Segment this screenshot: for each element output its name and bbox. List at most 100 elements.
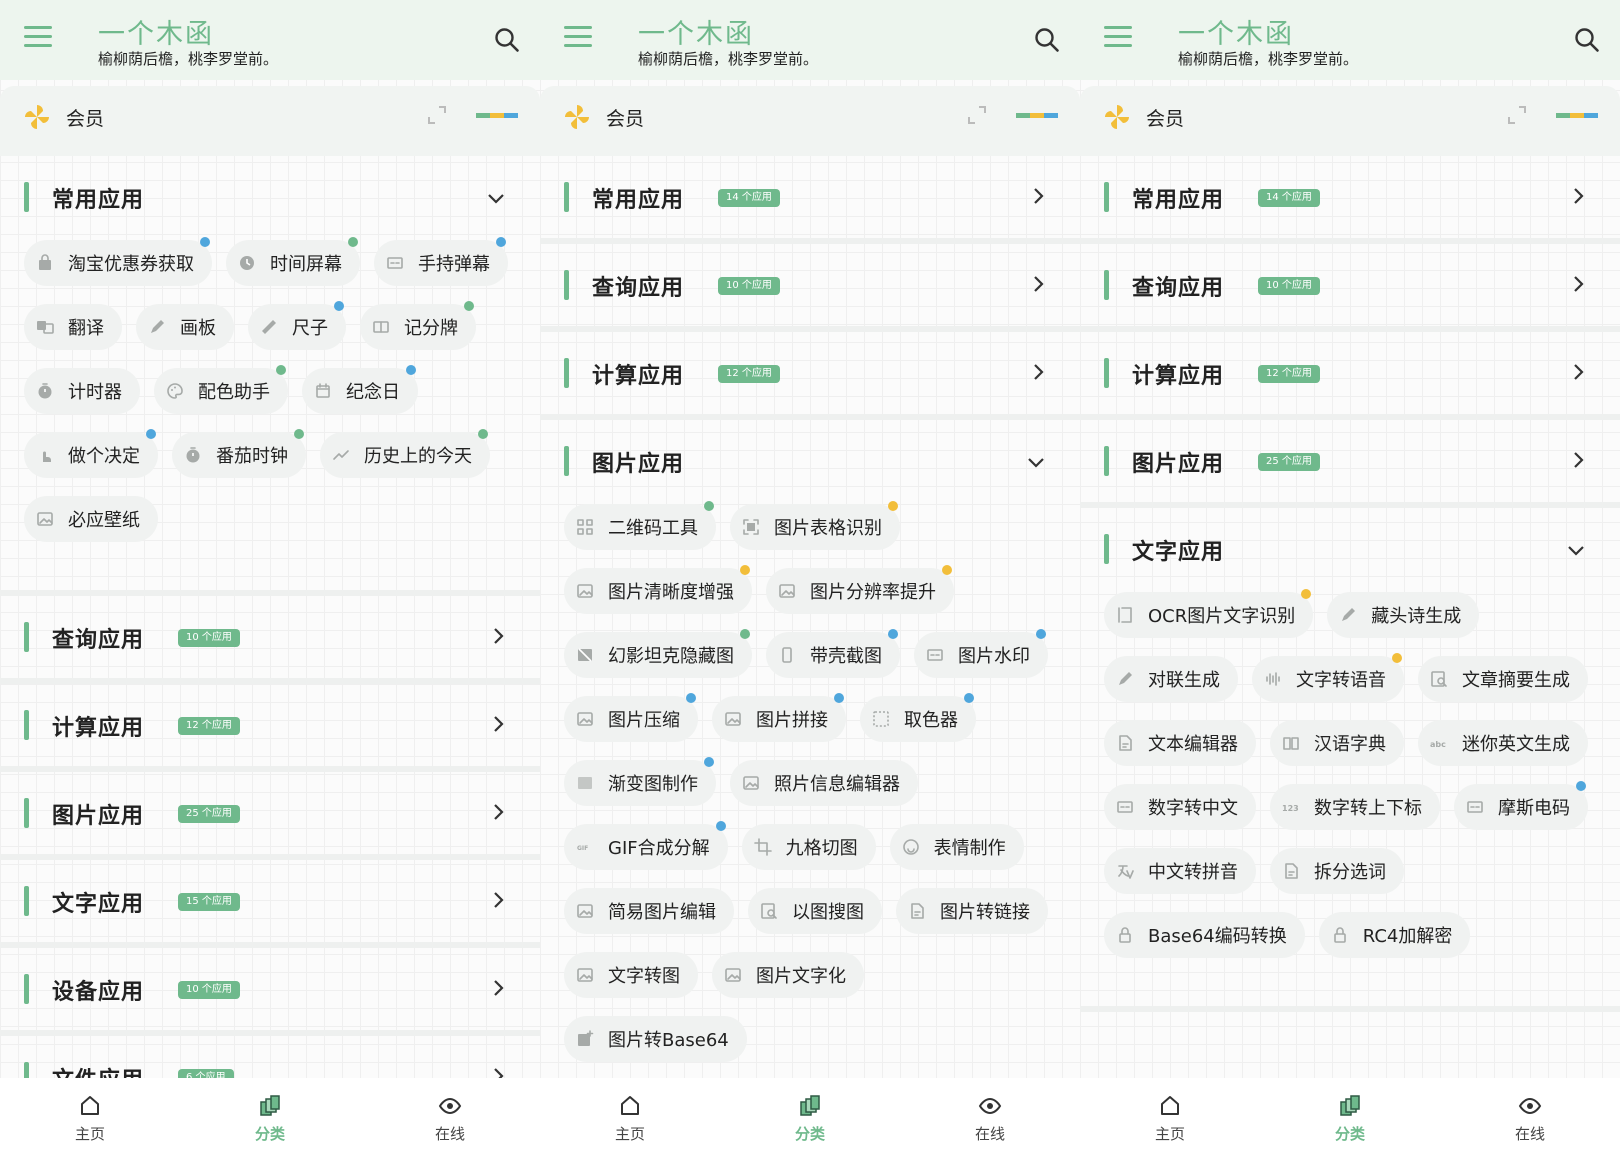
expand-icon[interactable] (426, 104, 448, 126)
app-chip[interactable]: 必应壁纸 (24, 496, 158, 542)
category-header[interactable]: 文字应用 (1080, 508, 1620, 590)
chevron-right-icon[interactable] (1028, 274, 1048, 294)
app-chip[interactable]: abc 迷你英文生成 (1418, 720, 1588, 766)
app-chip[interactable]: 拆分选词 (1270, 848, 1404, 894)
app-chip[interactable]: 照片信息编辑器 (730, 760, 918, 806)
app-chip[interactable]: 时间屏幕 (226, 237, 360, 286)
app-chip[interactable]: 带壳截图 (766, 629, 900, 678)
chevron-right-icon[interactable] (488, 714, 508, 734)
app-chip[interactable]: 配色助手 (154, 365, 288, 414)
chevron-down-icon[interactable] (1026, 452, 1046, 472)
app-chip[interactable]: 图片清晰度增强 (564, 565, 752, 614)
chevron-right-icon[interactable] (1568, 362, 1588, 382)
category-header[interactable]: 计算应用 12 个应用 (1080, 332, 1620, 414)
chevron-right-icon[interactable] (488, 890, 508, 910)
app-chip[interactable]: 图片压缩 (564, 693, 698, 742)
app-chip[interactable]: 渐变图制作 (564, 757, 716, 806)
category-header[interactable]: 图片应用 25 个应用 (0, 772, 540, 854)
chevron-down-icon[interactable] (486, 188, 506, 208)
search-icon[interactable] (1034, 27, 1060, 53)
app-chip[interactable]: 藏头诗生成 (1327, 592, 1480, 638)
app-chip[interactable]: 以图搜图 (748, 888, 882, 934)
nav-item-home[interactable]: 主页 (1080, 1078, 1260, 1155)
nav-item-category[interactable]: 分类 (720, 1078, 900, 1155)
menu-icon[interactable] (564, 26, 592, 50)
chevron-right-icon[interactable] (488, 802, 508, 822)
app-chip[interactable]: 取色器 (860, 693, 976, 742)
app-chip[interactable]: 翻译 (24, 304, 122, 350)
member-bar[interactable]: 会员 (540, 86, 1080, 156)
category-header[interactable]: 查询应用 10 个应用 (1080, 244, 1620, 326)
expand-icon[interactable] (1506, 104, 1528, 126)
category-header[interactable]: 文件应用 6 个应用 (0, 1036, 540, 1078)
app-chip[interactable]: 对联生成 (1104, 656, 1238, 702)
app-chip[interactable]: 幻影坦克隐藏图 (564, 629, 752, 678)
app-chip[interactable]: 文字转语音 (1252, 653, 1404, 702)
chevron-right-icon[interactable] (1028, 186, 1048, 206)
app-chip[interactable]: 表情制作 (889, 824, 1024, 870)
app-chip[interactable]: 做个决定 (24, 429, 158, 478)
nav-item-home[interactable]: 主页 (0, 1078, 180, 1155)
app-chip[interactable]: GIF GIF合成分解 (564, 821, 728, 870)
chevron-right-icon[interactable] (1568, 450, 1588, 470)
app-chip[interactable]: 画板 (136, 304, 234, 350)
member-bar[interactable]: 会员 (1080, 86, 1620, 156)
app-chip[interactable]: 图片水印 (914, 629, 1048, 678)
app-chip[interactable]: 123 数字转上下标 (1270, 784, 1440, 830)
menu-icon[interactable] (24, 26, 52, 50)
app-chip[interactable]: 图片转链接 (896, 888, 1048, 934)
app-chip[interactable]: 手持弹幕 (374, 237, 508, 286)
nav-item-category[interactable]: 分类 (180, 1078, 360, 1155)
chevron-right-icon[interactable] (488, 1066, 508, 1078)
chevron-right-icon[interactable] (1568, 274, 1588, 294)
category-header[interactable]: 计算应用 12 个应用 (540, 332, 1080, 414)
app-chip[interactable]: 历史上的今天 (320, 429, 490, 478)
app-chip[interactable]: 图片转Base64 (564, 1016, 747, 1062)
category-header[interactable]: 查询应用 10 个应用 (540, 244, 1080, 326)
nav-item-category[interactable]: 分类 (1260, 1078, 1440, 1155)
app-chip[interactable]: 图片文字化 (712, 952, 864, 998)
app-chip[interactable]: 文本编辑器 (1104, 720, 1256, 766)
category-header[interactable]: 设备应用 10 个应用 (0, 948, 540, 1030)
app-chip[interactable]: 记分牌 (360, 301, 476, 350)
app-chip[interactable]: 汉语字典 (1270, 720, 1404, 766)
chevron-right-icon[interactable] (488, 978, 508, 998)
chevron-right-icon[interactable] (1028, 362, 1048, 382)
nav-item-eye[interactable]: 在线 (900, 1078, 1080, 1155)
category-header[interactable]: 查询应用 10 个应用 (0, 596, 540, 678)
app-chip[interactable]: 九格切图 (741, 824, 876, 870)
app-chip[interactable]: 二维码工具 (564, 501, 716, 550)
category-header[interactable]: 图片应用 (540, 420, 1080, 502)
expand-icon[interactable] (966, 104, 988, 126)
nav-item-eye[interactable]: 在线 (360, 1078, 540, 1155)
app-chip[interactable]: 文章摘要生成 (1418, 656, 1588, 702)
app-chip[interactable]: 摩斯电码 (1454, 781, 1588, 830)
app-chip[interactable]: OCR图片文字识别 (1104, 589, 1314, 638)
menu-icon[interactable] (1104, 26, 1132, 50)
app-chip[interactable]: 图片表格识别 (730, 501, 900, 550)
category-header[interactable]: 常用应用 14 个应用 (540, 156, 1080, 238)
app-chip[interactable]: 数字转中文 (1104, 784, 1256, 830)
nav-item-eye[interactable]: 在线 (1440, 1078, 1620, 1155)
app-chip[interactable]: Base64编码转换 (1104, 912, 1305, 958)
category-header[interactable]: 常用应用 (0, 156, 540, 238)
member-bar[interactable]: 会员 (0, 86, 540, 156)
app-chip[interactable]: 简易图片编辑 (564, 888, 734, 934)
chevron-right-icon[interactable] (488, 626, 508, 646)
app-chip[interactable]: 淘宝优惠券获取 (24, 237, 212, 286)
app-chip[interactable]: 文字转图 (564, 952, 698, 998)
chevron-right-icon[interactable] (1568, 186, 1588, 206)
search-icon[interactable] (1574, 27, 1600, 53)
nav-item-home[interactable]: 主页 (540, 1078, 720, 1155)
app-chip[interactable]: 番茄时钟 (172, 429, 306, 478)
app-chip[interactable]: 图片分辨率提升 (766, 565, 954, 614)
app-chip[interactable]: 纪念日 (302, 365, 418, 414)
app-chip[interactable]: 尺子 (248, 301, 346, 350)
category-header[interactable]: 图片应用 25 个应用 (1080, 420, 1620, 502)
app-chip[interactable]: RC4加解密 (1318, 912, 1471, 958)
category-header[interactable]: 常用应用 14 个应用 (1080, 156, 1620, 238)
category-header[interactable]: 计算应用 12 个应用 (0, 684, 540, 766)
app-chip[interactable]: 中文转拼音 (1104, 848, 1256, 894)
app-chip[interactable]: 图片拼接 (712, 693, 846, 742)
category-header[interactable]: 文字应用 15 个应用 (0, 860, 540, 942)
